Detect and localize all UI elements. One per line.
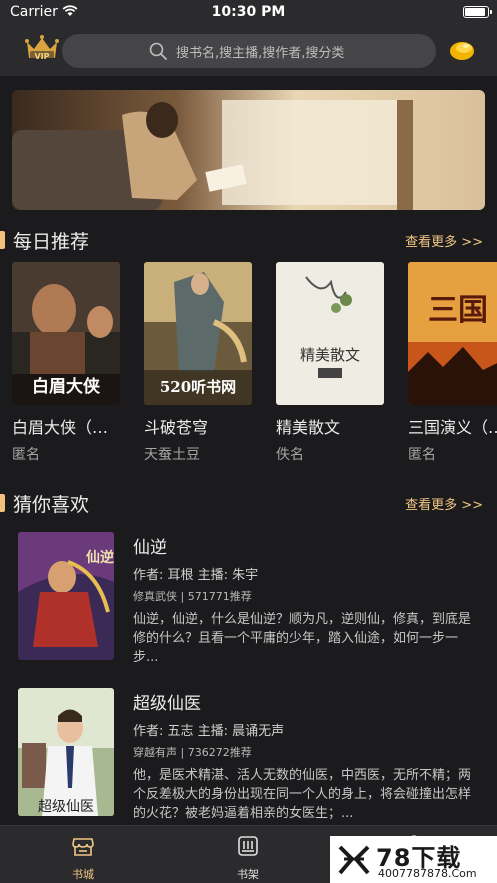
store-icon xyxy=(72,838,94,856)
top-nav: VIP 搜书名,搜主播,搜作者,搜分类 xyxy=(0,26,497,76)
bookshelf-icon xyxy=(238,836,258,856)
guess-section-header: 猜你喜欢 查看更多 >> xyxy=(0,490,497,516)
cover-text: 白眉大侠 xyxy=(32,376,101,397)
tab-bookstore[interactable]: 书城 xyxy=(43,826,123,883)
item-title: 超级仙医 xyxy=(133,694,201,714)
tab-bookshelf[interactable]: 书架 xyxy=(208,826,288,883)
daily-title: 每日推荐 xyxy=(13,231,90,253)
book-title: 精美散文 xyxy=(276,418,341,437)
cover-text: 超级仙医 xyxy=(38,799,94,815)
item-meta: 修真武侠 | 571771推荐 xyxy=(133,590,252,603)
guess-title: 猜你喜欢 xyxy=(13,494,90,516)
item-description: 仙逆，仙逆，什么是仙逆？顺为凡，逆则仙，修真，到底是修的什么？且看一个平庸的少年… xyxy=(133,612,472,665)
book-card[interactable]: 精美散文 精美散文 佚名 xyxy=(276,262,386,464)
search-bar[interactable]: 搜书名,搜主播,搜作者,搜分类 xyxy=(62,34,436,68)
watermark-logo-icon xyxy=(338,845,370,875)
book-author: 天蚕土豆 xyxy=(144,447,200,463)
book-cover[interactable]: 白眉大侠 xyxy=(12,262,120,405)
list-item[interactable]: 仙逆 仙逆 作者: 耳根 主播: 朱宇 修真武侠 | 571771推荐 仙逆，仙… xyxy=(0,532,497,672)
book-card[interactable]: 520听书网 斗破苍穹 天蚕土豆 xyxy=(144,262,254,464)
book-title: 三国演义（… xyxy=(408,418,497,437)
search-icon xyxy=(149,42,167,60)
banner-image[interactable] xyxy=(12,90,485,210)
section-marker xyxy=(0,494,5,512)
tab-label: 书城 xyxy=(72,868,94,881)
vip-label: VIP xyxy=(34,52,49,61)
banner-illustration xyxy=(12,90,485,210)
item-author: 作者: 耳根 主播: 朱宇 xyxy=(133,568,259,583)
book-cover[interactable]: 三国 xyxy=(408,262,497,405)
vip-crown-icon[interactable]: VIP xyxy=(24,34,60,64)
cover-text: 仙逆 xyxy=(86,549,114,566)
cover-text: 精美散文 xyxy=(300,346,360,364)
watermark-url: 4007787878.Com xyxy=(378,867,477,880)
item-cover[interactable]: 超级仙医 xyxy=(18,688,114,816)
search-placeholder: 搜书名,搜主播,搜作者,搜分类 xyxy=(176,46,345,61)
item-author: 作者: 五志 主播: 晨诵无声 xyxy=(133,724,285,739)
status-bar: Carrier 10:30 PM xyxy=(0,0,497,26)
item-meta: 穿越有声 | 736272推荐 xyxy=(133,746,252,759)
section-marker xyxy=(0,231,5,249)
cover-text: 三国 xyxy=(428,293,488,328)
item-cover[interactable]: 仙逆 xyxy=(18,532,114,660)
book-author: 匿名 xyxy=(408,447,436,463)
tab-label: 书架 xyxy=(237,868,259,881)
guess-more-link[interactable]: 查看更多 >> xyxy=(405,494,483,513)
book-author: 佚名 xyxy=(276,447,304,463)
item-description: 他，是医术精湛、活人无数的仙医，中西医，无所不精；两个反差极大的身份出现在同一个… xyxy=(133,768,472,821)
book-card[interactable]: 白眉大侠 白眉大侠（… 匿名 xyxy=(12,262,122,464)
book-author: 匿名 xyxy=(12,447,40,463)
book-cover[interactable]: 精美散文 xyxy=(276,262,384,405)
cover-text: 520听书网 xyxy=(160,378,236,396)
book-title: 白眉大侠（… xyxy=(12,418,109,437)
daily-more-link[interactable]: 查看更多 >> xyxy=(405,231,483,250)
clock: 10:30 PM xyxy=(211,4,286,20)
watermark: 78下载 4007787878.Com xyxy=(330,836,497,883)
gold-coin-icon[interactable] xyxy=(448,38,476,62)
book-title: 斗破苍穹 xyxy=(144,418,209,437)
item-title: 仙逆 xyxy=(133,538,167,558)
book-cover[interactable]: 520听书网 xyxy=(144,262,252,405)
list-item[interactable]: 超级仙医 超级仙医 作者: 五志 主播: 晨诵无声 穿越有声 | 736272推… xyxy=(0,688,497,828)
daily-section-header: 每日推荐 查看更多 >> xyxy=(0,227,497,253)
book-card[interactable]: 三国 三国演义（… 匿名 xyxy=(408,262,497,464)
battery-icon xyxy=(463,6,492,18)
